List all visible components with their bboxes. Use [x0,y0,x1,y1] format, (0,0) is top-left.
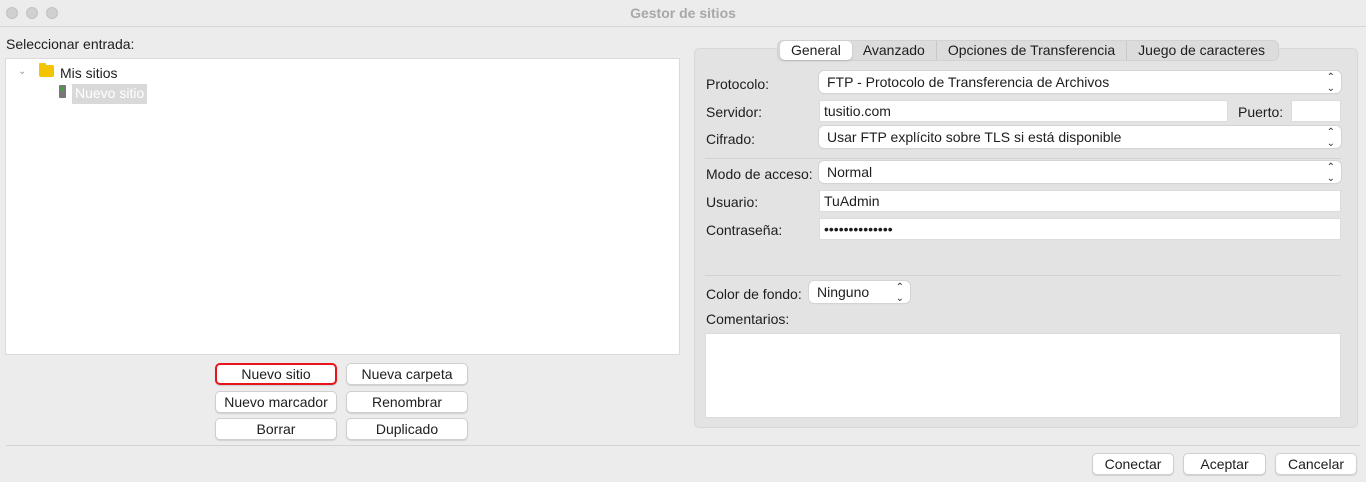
server-icon [59,85,66,98]
comments-label: Comentarios: [706,311,789,327]
encryption-value: Usar FTP explícito sobre TLS si está dis… [827,129,1121,145]
encryption-select[interactable]: Usar FTP explícito sobre TLS si está dis… [819,126,1341,148]
server-label: Servidor: [706,104,762,120]
chevron-down-icon[interactable]: ⌄ [18,66,26,77]
user-label: Usuario: [706,194,758,210]
protocol-value: FTP - Protocolo de Transferencia de Arch… [827,74,1109,90]
title-bar: Gestor de sitios [0,0,1366,27]
rename-button[interactable]: Renombrar [346,391,468,413]
protocol-select[interactable]: FTP - Protocolo de Transferencia de Arch… [819,71,1341,93]
logon-type-label: Modo de acceso: [706,166,813,182]
window-title: Gestor de sitios [0,5,1366,21]
password-input[interactable]: •••••••••••••• [819,218,1341,240]
updown-chevron-icon: ⌃⌄ [1327,161,1335,184]
tree-item-nuevo-sitio[interactable]: Nuevo sitio [72,84,147,104]
divider [705,158,1341,159]
tab-transfer-settings[interactable]: Opciones de Transferencia [937,41,1127,60]
updown-chevron-icon: ⌃⌄ [1327,71,1335,94]
user-input[interactable]: TuAdmin [819,190,1341,212]
divider [6,445,1360,446]
tab-advanced[interactable]: Avanzado [852,41,937,60]
background-color-label: Color de fondo: [706,286,802,302]
delete-button[interactable]: Borrar [215,418,337,440]
tab-general[interactable]: General [780,41,852,60]
comments-textarea[interactable] [705,333,1341,418]
logon-type-value: Normal [827,164,872,180]
password-label: Contraseña: [706,222,782,238]
folder-icon [39,65,54,77]
site-tree[interactable]: ⌄ Mis sitios Nuevo sitio [5,58,680,355]
server-input[interactable]: tusitio.com [819,100,1228,122]
protocol-label: Protocolo: [706,76,769,92]
port-label: Puerto: [1238,104,1283,120]
logon-type-select[interactable]: Normal ⌃⌄ [819,161,1341,183]
divider [705,275,1341,276]
duplicate-button[interactable]: Duplicado [346,418,468,440]
port-input[interactable] [1291,100,1341,122]
ok-button[interactable]: Aceptar [1183,453,1266,475]
new-folder-button[interactable]: Nueva carpeta [346,363,468,385]
encryption-label: Cifrado: [706,131,755,147]
tab-charset[interactable]: Juego de caracteres [1127,41,1276,60]
background-color-value: Ninguno [817,284,869,300]
tree-item-mis-sitios[interactable]: Mis sitios [60,65,118,81]
new-site-button[interactable]: Nuevo sitio [215,363,337,385]
new-bookmark-button[interactable]: Nuevo marcador [215,391,337,413]
updown-chevron-icon: ⌃⌄ [896,281,904,304]
select-entry-label: Seleccionar entrada: [6,36,134,52]
updown-chevron-icon: ⌃⌄ [1327,126,1335,149]
cancel-button[interactable]: Cancelar [1275,453,1357,475]
connect-button[interactable]: Conectar [1092,453,1174,475]
tab-bar: General Avanzado Opciones de Transferenc… [777,40,1279,61]
background-color-select[interactable]: Ninguno ⌃⌄ [809,281,910,303]
